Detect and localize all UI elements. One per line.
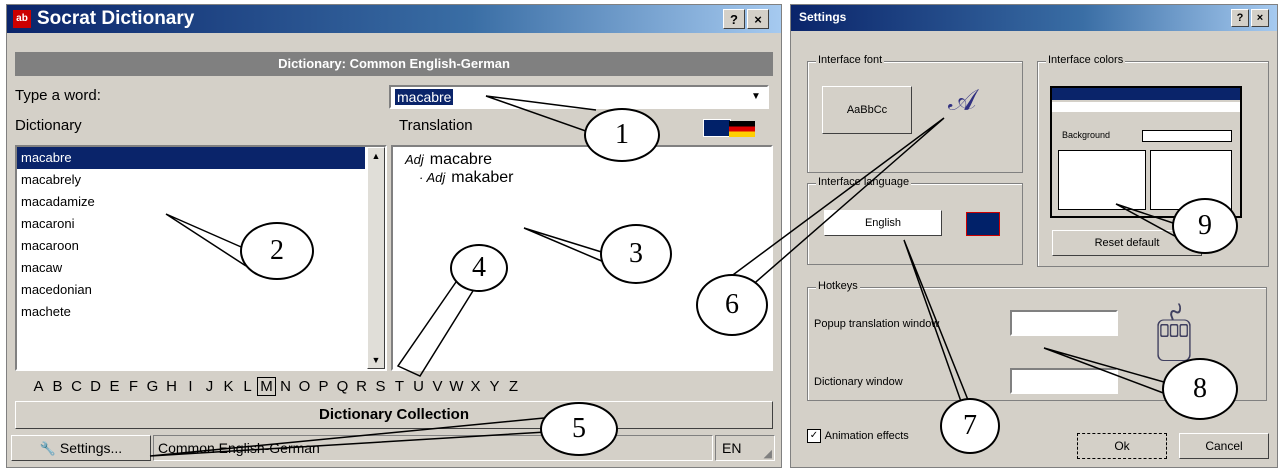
callout-5: 5 (540, 402, 618, 456)
callout-6: 6 (696, 274, 768, 336)
leader-1 (485, 95, 601, 137)
leader-2 (165, 213, 249, 267)
leader-8 (1043, 347, 1179, 395)
callout-8: 8 (1162, 358, 1238, 420)
leader-3 (523, 227, 609, 263)
callout-4: 4 (450, 244, 508, 292)
leader-7 (903, 239, 977, 421)
callout-9: 9 (1172, 198, 1238, 254)
callout-3: 3 (600, 224, 672, 284)
callout-7: 7 (940, 398, 1000, 454)
leader-5 (149, 417, 547, 457)
leader-4 (396, 281, 477, 377)
callout-2: 2 (240, 222, 314, 280)
callout-1: 1 (584, 108, 660, 162)
